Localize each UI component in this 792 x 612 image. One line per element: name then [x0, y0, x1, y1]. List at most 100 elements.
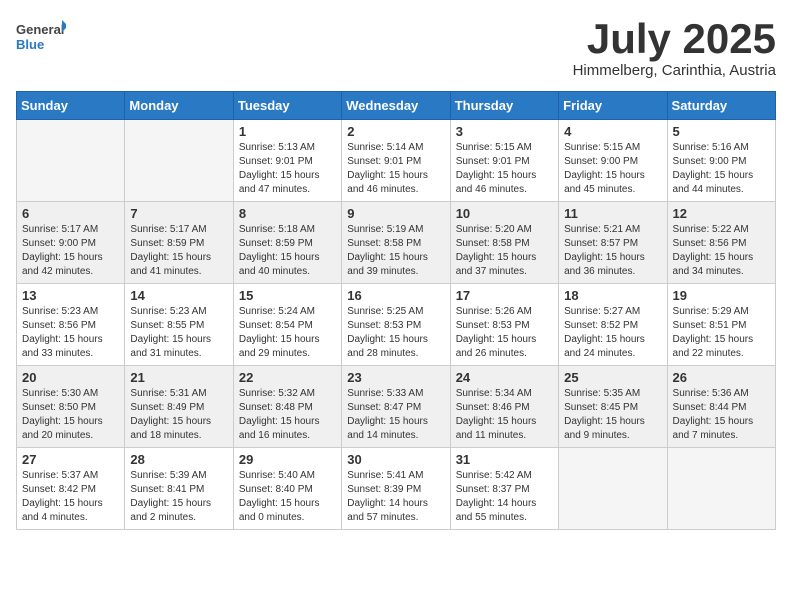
day-info: Sunrise: 5:41 AM Sunset: 8:39 PM Dayligh… [347, 469, 444, 525]
day-number: 2 [347, 124, 444, 139]
calendar-cell: 2 Sunrise: 5:14 AM Sunset: 9:01 PM Daylig… [342, 120, 450, 202]
day-info: Sunrise: 5:19 AM Sunset: 8:58 PM Dayligh… [347, 223, 444, 279]
svg-text:General: General [16, 22, 64, 37]
day-number: 4 [564, 124, 661, 139]
header: General Blue July 2025 Himmelberg, Carin… [16, 16, 776, 79]
day-number: 19 [673, 288, 770, 303]
day-info: Sunrise: 5:29 AM Sunset: 8:51 PM Dayligh… [673, 305, 770, 361]
day-info: Sunrise: 5:15 AM Sunset: 9:00 PM Dayligh… [564, 141, 661, 197]
day-number: 29 [239, 452, 336, 467]
day-info: Sunrise: 5:26 AM Sunset: 8:53 PM Dayligh… [456, 305, 553, 361]
day-number: 5 [673, 124, 770, 139]
day-number: 16 [347, 288, 444, 303]
day-info: Sunrise: 5:30 AM Sunset: 8:50 PM Dayligh… [22, 387, 119, 443]
day-info: Sunrise: 5:37 AM Sunset: 8:42 PM Dayligh… [22, 469, 119, 525]
calendar-cell: 8Sunrise: 5:18 AM Sunset: 8:59 PM Daylig… [233, 202, 341, 284]
day-header-saturday: Saturday [667, 92, 775, 120]
day-info: Sunrise: 5:20 AM Sunset: 8:58 PM Dayligh… [456, 223, 553, 279]
day-info: Sunrise: 5:31 AM Sunset: 8:49 PM Dayligh… [130, 387, 227, 443]
calendar-cell: 27 Sunrise: 5:37 AM Sunset: 8:42 PM Dayli… [17, 448, 125, 530]
day-info: Sunrise: 5:14 AM Sunset: 9:01 PM Dayligh… [347, 141, 444, 197]
day-number: 25 [564, 370, 661, 385]
calendar-cell: 20Sunrise: 5:30 AM Sunset: 8:50 PM Dayli… [17, 366, 125, 448]
calendar-cell: 15Sunrise: 5:24 AM Sunset: 8:54 PM Dayli… [233, 284, 341, 366]
day-info: Sunrise: 5:27 AM Sunset: 8:52 PM Dayligh… [564, 305, 661, 361]
day-number: 11 [564, 206, 661, 221]
calendar-cell: 9 Sunrise: 5:19 AM Sunset: 8:58 PM Daylig… [342, 202, 450, 284]
calendar-cell: 16Sunrise: 5:25 AM Sunset: 8:53 PM Dayli… [342, 284, 450, 366]
calendar-cell: 26Sunrise: 5:36 AM Sunset: 8:44 PM Dayli… [667, 366, 775, 448]
calendar-cell: 11 Sunrise: 5:21 AM Sunset: 8:57 PM Dayli… [559, 202, 667, 284]
calendar-cell: 29 Sunrise: 5:40 AM Sunset: 8:40 PM Dayli… [233, 448, 341, 530]
day-number: 22 [239, 370, 336, 385]
calendar-cell [125, 120, 233, 202]
day-info: Sunrise: 5:36 AM Sunset: 8:44 PM Dayligh… [673, 387, 770, 443]
day-info: Sunrise: 5:39 AM Sunset: 8:41 PM Dayligh… [130, 469, 227, 525]
day-number: 23 [347, 370, 444, 385]
day-info: Sunrise: 5:42 AM Sunset: 8:37 PM Dayligh… [456, 469, 553, 525]
calendar-cell: 6 Sunrise: 5:17 AM Sunset: 9:00 PM Daylig… [17, 202, 125, 284]
day-number: 24 [456, 370, 553, 385]
day-number: 10 [456, 206, 553, 221]
calendar-cell: 7 Sunrise: 5:17 AM Sunset: 8:59 PM Daylig… [125, 202, 233, 284]
day-info: Sunrise: 5:23 AM Sunset: 8:56 PM Dayligh… [22, 305, 119, 361]
calendar-cell: 4 Sunrise: 5:15 AM Sunset: 9:00 PM Daylig… [559, 120, 667, 202]
title-area: July 2025 Himmelberg, Carinthia, Austria [573, 16, 776, 79]
day-info: Sunrise: 5:23 AM Sunset: 8:55 PM Dayligh… [130, 305, 227, 361]
day-header-tuesday: Tuesday [233, 92, 341, 120]
calendar-cell: 12 Sunrise: 5:22 AM Sunset: 8:56 PM Dayli… [667, 202, 775, 284]
calendar-cell [559, 448, 667, 530]
day-info: Sunrise: 5:34 AM Sunset: 8:46 PM Dayligh… [456, 387, 553, 443]
day-number: 1 [239, 124, 336, 139]
day-info: Sunrise: 5:15 AM Sunset: 9:01 PM Dayligh… [456, 141, 553, 197]
day-number: 14 [130, 288, 227, 303]
calendar-cell: 1 Sunrise: 5:13 AM Sunset: 9:01 PM Daylig… [233, 120, 341, 202]
day-number: 13 [22, 288, 119, 303]
day-header-sunday: Sunday [17, 92, 125, 120]
calendar-cell: 22 Sunrise: 5:32 AM Sunset: 8:48 PM Dayli… [233, 366, 341, 448]
calendar-week-4: 20Sunrise: 5:30 AM Sunset: 8:50 PM Dayli… [17, 366, 776, 448]
day-number: 28 [130, 452, 227, 467]
calendar-cell: 17Sunrise: 5:26 AM Sunset: 8:53 PM Dayli… [450, 284, 558, 366]
calendar-cell: 23Sunrise: 5:33 AM Sunset: 8:47 PM Dayli… [342, 366, 450, 448]
logo-svg: General Blue [16, 16, 66, 56]
day-number: 9 [347, 206, 444, 221]
calendar-week-2: 6 Sunrise: 5:17 AM Sunset: 9:00 PM Daylig… [17, 202, 776, 284]
calendar-cell: 25 Sunrise: 5:35 AM Sunset: 8:45 PM Dayli… [559, 366, 667, 448]
logo: General Blue [16, 16, 66, 56]
calendar: SundayMondayTuesdayWednesdayThursdayFrid… [16, 91, 776, 530]
calendar-cell: 10 Sunrise: 5:20 AM Sunset: 8:58 PM Dayli… [450, 202, 558, 284]
day-info: Sunrise: 5:17 AM Sunset: 9:00 PM Dayligh… [22, 223, 119, 279]
day-number: 6 [22, 206, 119, 221]
calendar-cell: 30Sunrise: 5:41 AM Sunset: 8:39 PM Dayli… [342, 448, 450, 530]
month-title: July 2025 [573, 16, 776, 62]
day-info: Sunrise: 5:16 AM Sunset: 9:00 PM Dayligh… [673, 141, 770, 197]
calendar-cell: 31Sunrise: 5:42 AM Sunset: 8:37 PM Dayli… [450, 448, 558, 530]
day-info: Sunrise: 5:35 AM Sunset: 8:45 PM Dayligh… [564, 387, 661, 443]
day-header-monday: Monday [125, 92, 233, 120]
calendar-cell [667, 448, 775, 530]
day-info: Sunrise: 5:21 AM Sunset: 8:57 PM Dayligh… [564, 223, 661, 279]
calendar-cell: 19 Sunrise: 5:29 AM Sunset: 8:51 PM Dayli… [667, 284, 775, 366]
day-number: 21 [130, 370, 227, 385]
day-number: 7 [130, 206, 227, 221]
day-number: 27 [22, 452, 119, 467]
day-info: Sunrise: 5:24 AM Sunset: 8:54 PM Dayligh… [239, 305, 336, 361]
day-info: Sunrise: 5:17 AM Sunset: 8:59 PM Dayligh… [130, 223, 227, 279]
day-info: Sunrise: 5:32 AM Sunset: 8:48 PM Dayligh… [239, 387, 336, 443]
day-info: Sunrise: 5:40 AM Sunset: 8:40 PM Dayligh… [239, 469, 336, 525]
day-info: Sunrise: 5:18 AM Sunset: 8:59 PM Dayligh… [239, 223, 336, 279]
calendar-cell: 24 Sunrise: 5:34 AM Sunset: 8:46 PM Dayli… [450, 366, 558, 448]
day-number: 18 [564, 288, 661, 303]
calendar-header-row: SundayMondayTuesdayWednesdayThursdayFrid… [17, 92, 776, 120]
day-info: Sunrise: 5:13 AM Sunset: 9:01 PM Dayligh… [239, 141, 336, 197]
calendar-week-3: 13 Sunrise: 5:23 AM Sunset: 8:56 PM Dayli… [17, 284, 776, 366]
calendar-cell: 13 Sunrise: 5:23 AM Sunset: 8:56 PM Dayli… [17, 284, 125, 366]
day-header-friday: Friday [559, 92, 667, 120]
location-subtitle: Himmelberg, Carinthia, Austria [573, 62, 776, 79]
day-number: 12 [673, 206, 770, 221]
calendar-cell: 21 Sunrise: 5:31 AM Sunset: 8:49 PM Dayli… [125, 366, 233, 448]
calendar-week-1: 1 Sunrise: 5:13 AM Sunset: 9:01 PM Daylig… [17, 120, 776, 202]
calendar-cell: 28 Sunrise: 5:39 AM Sunset: 8:41 PM Dayli… [125, 448, 233, 530]
day-info: Sunrise: 5:22 AM Sunset: 8:56 PM Dayligh… [673, 223, 770, 279]
